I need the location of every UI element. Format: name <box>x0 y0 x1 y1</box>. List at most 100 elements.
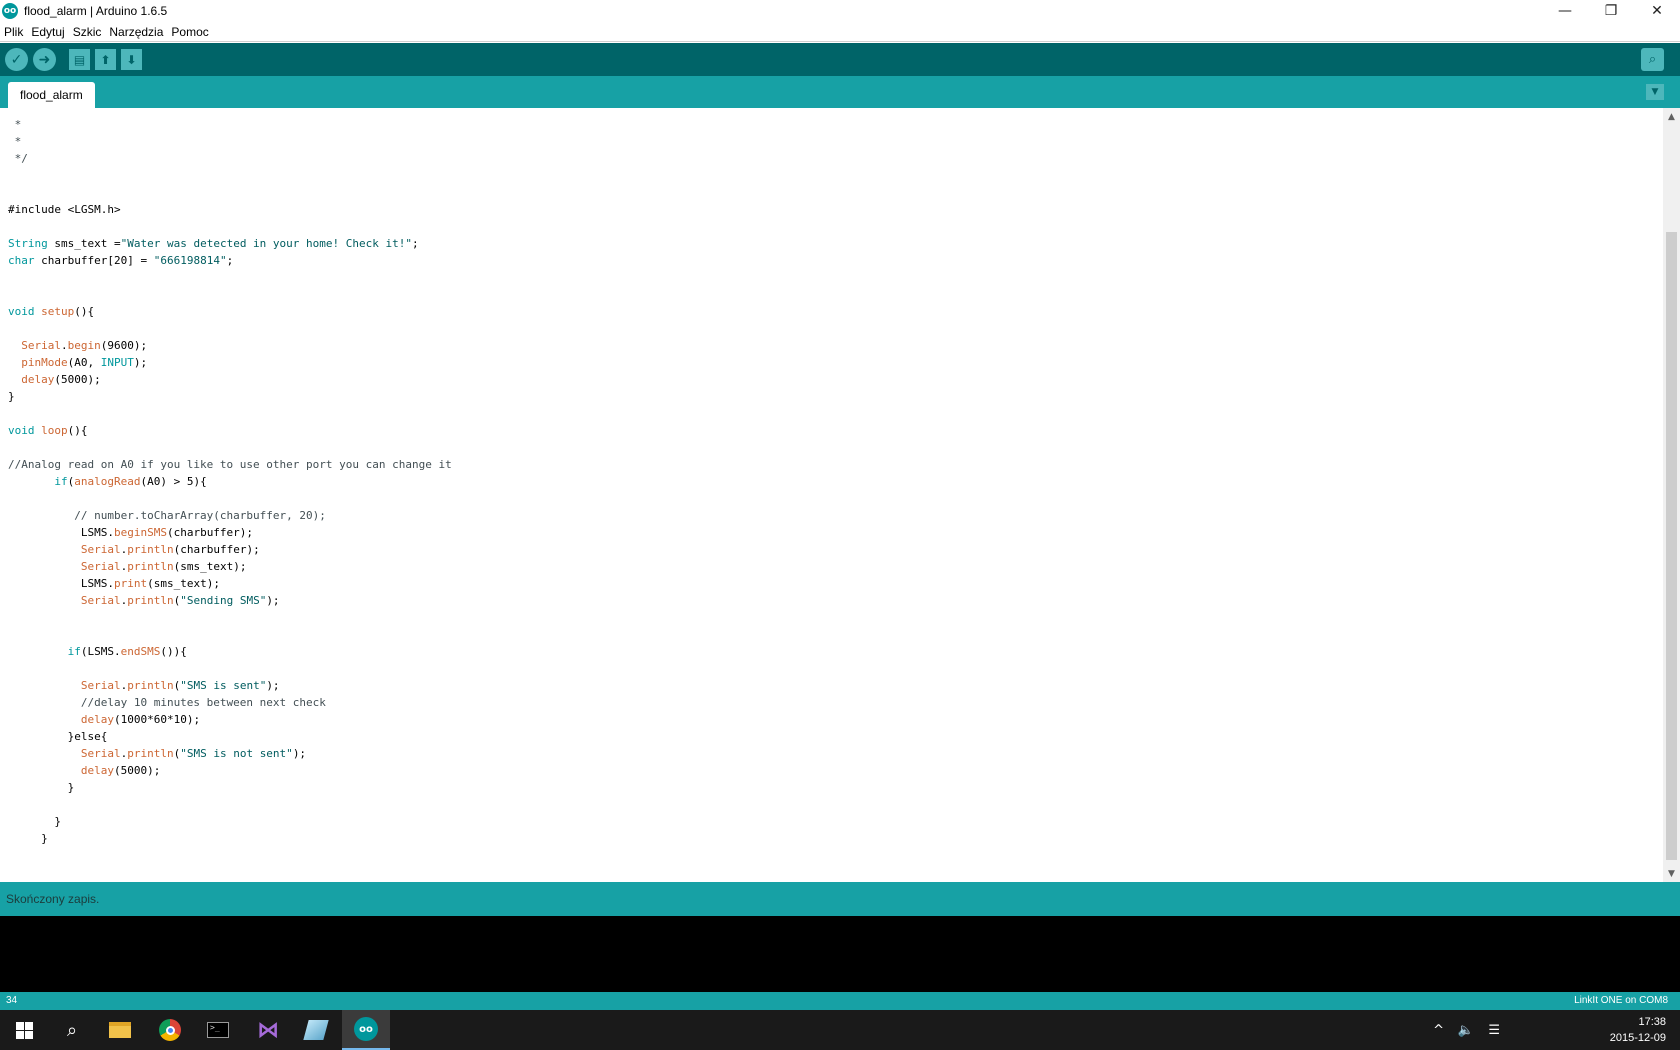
line-number: 34 <box>6 995 18 1006</box>
code-line[interactable]: Serial.begin(9600); <box>8 337 452 354</box>
code-line[interactable]: * <box>8 133 452 150</box>
code-line[interactable]: void setup(){ <box>8 303 452 320</box>
code-line[interactable]: //Analog read on A0 if you like to use o… <box>8 456 452 473</box>
code-line[interactable]: if(LSMS.endSMS()){ <box>8 643 452 660</box>
code-token: charbuffer[20] = <box>34 254 154 267</box>
code-token: (5000); <box>113 764 161 777</box>
code-line[interactable]: String sms_text ="Water was detected in … <box>8 235 452 252</box>
code-line[interactable]: #include <LGSM.h> <box>8 201 452 218</box>
menu-narzedzia[interactable]: Narzędzia <box>105 25 167 39</box>
code-line[interactable] <box>8 796 452 813</box>
code-line[interactable]: } <box>8 813 452 830</box>
upload-button[interactable]: ➜ <box>33 48 56 71</box>
scroll-up-icon[interactable]: ▲ <box>1663 108 1680 125</box>
editor-scrollbar[interactable]: ▲ ▼ <box>1663 108 1680 882</box>
tab-menu-button[interactable]: ▼ <box>1646 84 1664 100</box>
code-line[interactable]: char charbuffer[20] = "666198814"; <box>8 252 452 269</box>
code-token: ); <box>266 594 280 607</box>
code-line[interactable]: pinMode(A0, INPUT); <box>8 354 452 371</box>
taskbar-command-prompt[interactable]: >_ <box>194 1010 242 1050</box>
code-token: char <box>8 254 35 267</box>
chrome-icon <box>159 1019 181 1041</box>
tray-chevron-icon[interactable]: ^ <box>1433 1010 1444 1050</box>
code-line[interactable] <box>8 184 452 201</box>
menu-pomoc[interactable]: Pomoc <box>167 25 212 39</box>
code-line[interactable]: delay(1000*60*10); <box>8 711 452 728</box>
code-line[interactable]: Serial.println("SMS is sent"); <box>8 677 452 694</box>
tab-flood-alarm[interactable]: flood_alarm <box>8 82 95 108</box>
code-line[interactable] <box>8 490 452 507</box>
code-token: Serial <box>80 594 121 607</box>
code-line[interactable] <box>8 660 452 677</box>
code-line[interactable] <box>8 218 452 235</box>
menu-plik[interactable]: Plik <box>0 25 27 39</box>
code-token: * <box>8 135 22 148</box>
new-sketch-button[interactable]: ▤ <box>69 49 90 70</box>
code-token: void <box>8 424 35 437</box>
minimize-button[interactable]: — <box>1542 0 1588 22</box>
save-sketch-button[interactable]: ⬇ <box>121 49 142 70</box>
taskbar-file-explorer[interactable] <box>96 1010 144 1050</box>
code-line[interactable]: } <box>8 388 452 405</box>
taskbar-clock[interactable]: 17:38 2015-12-09 <box>1610 1014 1666 1046</box>
code-token: endSMS <box>120 645 161 658</box>
start-button[interactable] <box>0 1010 48 1050</box>
code-text[interactable]: * * */ #include <LGSM.h> String sms_text… <box>8 116 452 847</box>
taskbar-search-button[interactable]: ⌕ <box>48 1010 96 1050</box>
console-output[interactable] <box>0 916 1680 992</box>
code-editor[interactable]: * * */ #include <LGSM.h> String sms_text… <box>0 108 1663 882</box>
code-line[interactable] <box>8 320 452 337</box>
verify-button[interactable]: ✓ <box>5 48 28 71</box>
code-token: * <box>8 118 22 131</box>
code-line[interactable]: Serial.println("SMS is not sent"); <box>8 745 452 762</box>
taskbar-arduino[interactable]: oo <box>342 1010 390 1050</box>
code-line[interactable]: void loop(){ <box>8 422 452 439</box>
code-line[interactable]: * <box>8 116 452 133</box>
code-line[interactable]: Serial.println(charbuffer); <box>8 541 452 558</box>
menu-edytuj[interactable]: Edytuj <box>27 25 68 39</box>
code-line[interactable]: delay(5000); <box>8 762 452 779</box>
code-line[interactable]: LSMS.beginSMS(charbuffer); <box>8 524 452 541</box>
code-line[interactable]: LSMS.print(sms_text); <box>8 575 452 592</box>
code-token: LSMS. <box>8 577 114 590</box>
taskbar-visual-studio[interactable]: ⋈ <box>244 1010 292 1050</box>
taskbar-app[interactable] <box>292 1010 340 1050</box>
code-line[interactable]: if(analogRead(A0) > 5){ <box>8 473 452 490</box>
code-token: (charbuffer); <box>173 543 260 556</box>
code-line[interactable]: Serial.println("Sending SMS"); <box>8 592 452 609</box>
serial-monitor-button[interactable]: ⌕ <box>1641 48 1664 71</box>
code-token: "666198814" <box>153 254 227 267</box>
code-line[interactable] <box>8 626 452 643</box>
code-line[interactable] <box>8 269 452 286</box>
restore-button[interactable]: ❐ <box>1588 0 1634 22</box>
code-line[interactable] <box>8 609 452 626</box>
code-line[interactable]: }else{ <box>8 728 452 745</box>
open-sketch-button[interactable]: ⬆ <box>95 49 116 70</box>
code-line[interactable]: } <box>8 779 452 796</box>
menu-szkic[interactable]: Szkic <box>69 25 106 39</box>
notification-icon[interactable]: ☰ <box>1488 1010 1500 1050</box>
code-token: delay <box>80 713 114 726</box>
code-line[interactable]: Serial.println(sms_text); <box>8 558 452 575</box>
code-token: loop <box>41 424 68 437</box>
code-line[interactable] <box>8 286 452 303</box>
code-line[interactable]: */ <box>8 150 452 167</box>
code-line[interactable] <box>8 439 452 456</box>
code-line[interactable]: } <box>8 830 452 847</box>
taskbar-chrome[interactable] <box>146 1010 194 1050</box>
volume-icon[interactable]: 🔈 <box>1458 1010 1474 1050</box>
code-token: begin <box>67 339 101 352</box>
code-token: println <box>127 679 174 692</box>
code-line[interactable]: delay(5000); <box>8 371 452 388</box>
scroll-thumb[interactable] <box>1666 232 1677 860</box>
code-token: String <box>8 237 48 250</box>
close-button[interactable]: ✕ <box>1634 0 1680 22</box>
code-line[interactable]: //delay 10 minutes between next check <box>8 694 452 711</box>
code-line[interactable]: // number.toCharArray(charbuffer, 20); <box>8 507 452 524</box>
code-line[interactable] <box>8 405 452 422</box>
code-line[interactable] <box>8 167 452 184</box>
scroll-down-icon[interactable]: ▼ <box>1663 865 1680 882</box>
